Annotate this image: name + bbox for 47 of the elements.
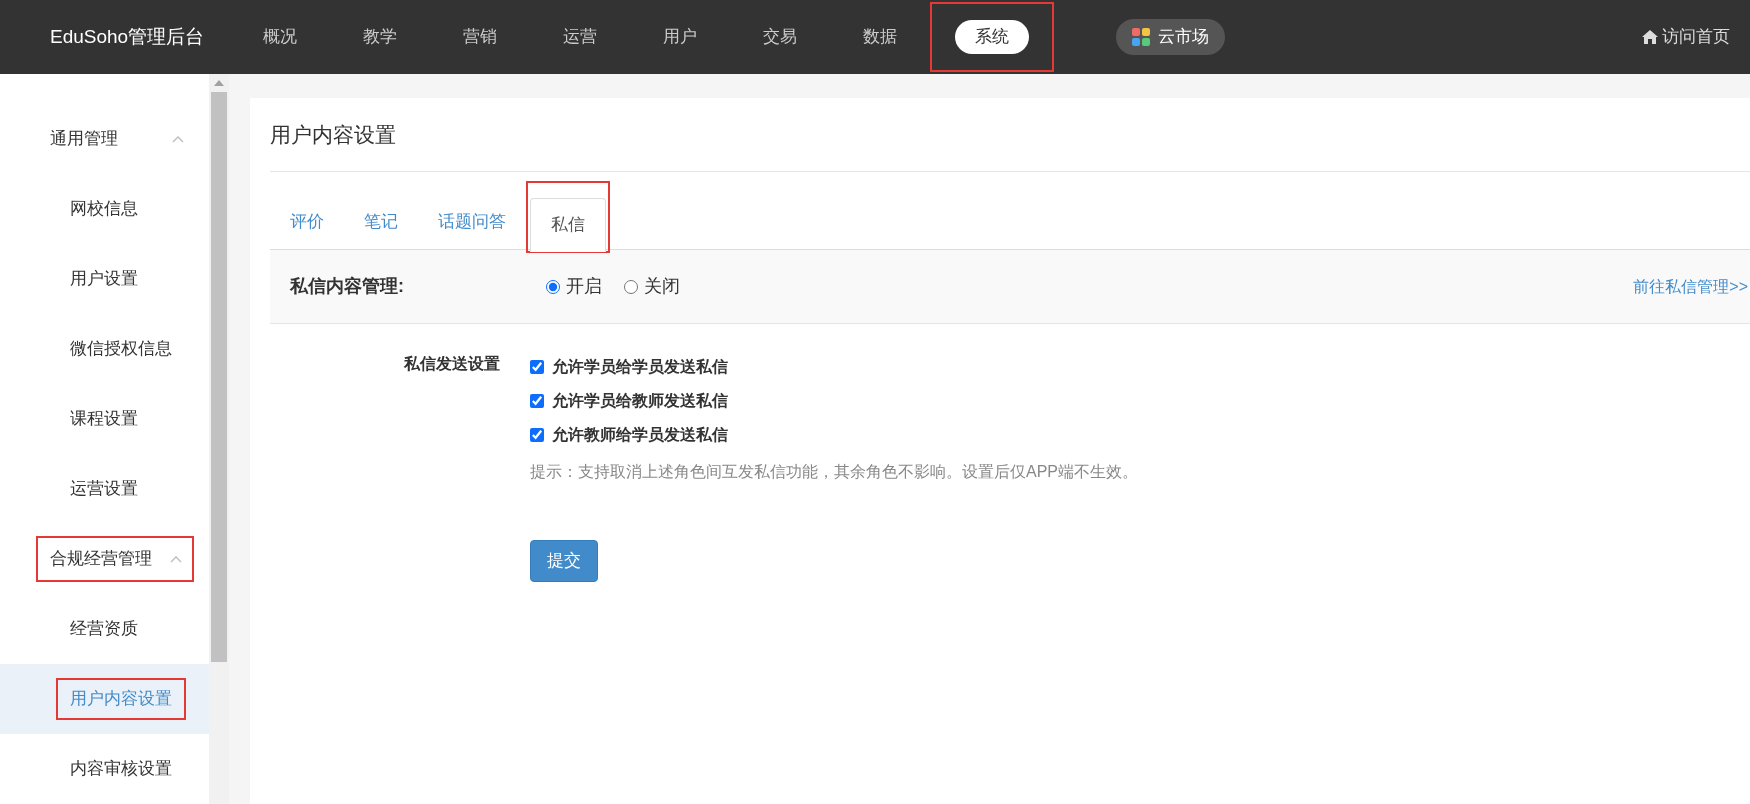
nav-item[interactable]: 数据 [843, 20, 917, 54]
tab[interactable]: 话题问答 [418, 195, 526, 249]
nav-item[interactable]: 交易 [743, 20, 817, 54]
checkbox-label: 允许学员给教师发送私信 [552, 391, 728, 411]
manage-link[interactable]: 前往私信管理>> [1633, 274, 1748, 299]
field-label: 私信发送设置 [403, 354, 500, 374]
brand-title[interactable]: EduSoho管理后台 [50, 22, 230, 52]
chevron-icon [172, 135, 184, 143]
tab[interactable]: 笔记 [344, 195, 418, 249]
sidebar-item[interactable]: 运营设置 [70, 479, 138, 499]
nav-item[interactable]: 运营 [543, 20, 617, 54]
nav-item[interactable]: 营销 [443, 20, 517, 54]
checkbox-label: 允许学员给学员发送私信 [552, 357, 728, 377]
radio-button[interactable] [624, 279, 638, 294]
sidebar-item[interactable]: 用户设置 [70, 269, 138, 289]
market-button[interactable]: 云市场 [1116, 19, 1225, 55]
checkbox[interactable] [530, 428, 544, 442]
chevron-icon [170, 555, 182, 563]
home-link[interactable]: 访问首页 [1662, 24, 1730, 50]
nav-item[interactable]: 用户 [643, 20, 717, 54]
tab[interactable]: 私信 [530, 198, 606, 252]
home-icon [1642, 30, 1658, 44]
nav-item[interactable]: 教学 [343, 20, 417, 54]
radio-label: 开启 [566, 275, 602, 298]
checkbox-label: 允许教师给学员发送私信 [552, 425, 728, 445]
sidebar-group[interactable]: 合规经营管理 [50, 546, 158, 572]
checkbox[interactable] [530, 360, 544, 374]
scroll-up-icon [214, 80, 224, 86]
grid-icon [1132, 28, 1150, 46]
hint-text: 提示：支持取消上述角色间互发私信功能，其余角色不影响。设置后仅APP端不生效。 [530, 462, 1138, 482]
sidebar-item[interactable]: 网校信息 [70, 199, 138, 219]
scrollbar[interactable] [209, 74, 229, 804]
radio-button[interactable] [546, 279, 560, 294]
field-label: 私信内容管理: [290, 275, 405, 298]
sidebar-group[interactable]: 通用管理 [50, 126, 160, 152]
sidebar-item[interactable]: 课程设置 [70, 409, 138, 429]
sidebar-item[interactable]: 经营资质 [70, 619, 138, 639]
nav-item[interactable]: 系统 [955, 20, 1029, 54]
tab[interactable]: 评价 [270, 195, 344, 249]
page-title: 用户内容设置 [270, 121, 396, 148]
sidebar-item[interactable]: 内容审核设置 [70, 759, 172, 779]
scrollbar-thumb[interactable] [211, 92, 227, 662]
nav-item[interactable]: 概况 [243, 20, 317, 54]
submit-button[interactable]: 提交 [530, 540, 598, 582]
radio-label: 关闭 [644, 275, 680, 298]
checkbox[interactable] [530, 394, 544, 408]
sidebar-item[interactable]: 微信授权信息 [70, 339, 172, 359]
